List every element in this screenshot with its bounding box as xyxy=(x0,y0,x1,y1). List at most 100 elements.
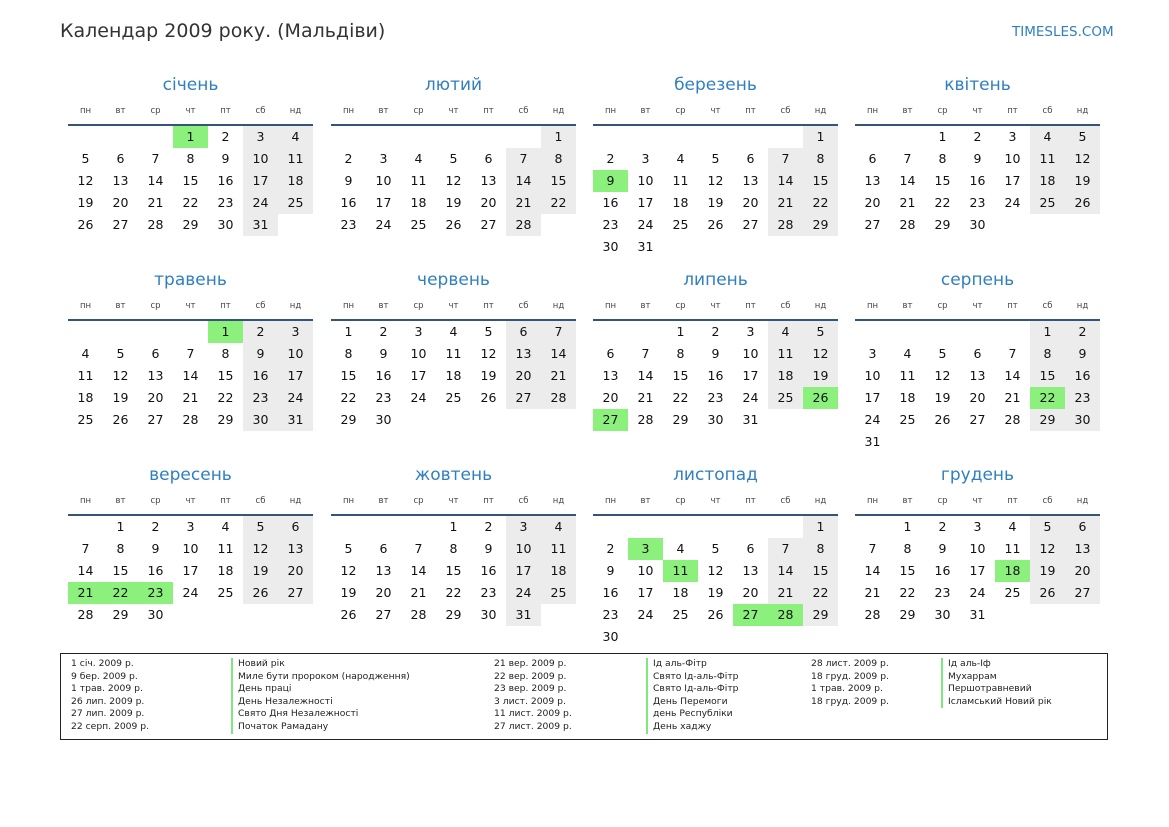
day-cell[interactable]: 21 xyxy=(890,192,925,214)
day-cell[interactable]: 16 xyxy=(243,365,278,387)
day-cell[interactable]: 19 xyxy=(698,192,733,214)
day-cell[interactable]: 6 xyxy=(103,148,138,170)
day-cell[interactable]: 4 xyxy=(995,516,1030,538)
day-cell[interactable]: 30 xyxy=(593,236,628,258)
day-cell[interactable]: 3 xyxy=(401,321,436,343)
day-cell[interactable]: 9 xyxy=(471,538,506,560)
day-cell[interactable]: 20 xyxy=(593,387,628,409)
day-cell[interactable]: 18 xyxy=(68,387,103,409)
day-cell[interactable]: 27 xyxy=(138,409,173,431)
day-cell[interactable]: 25 xyxy=(68,409,103,431)
day-cell[interactable]: 24 xyxy=(855,409,890,431)
day-cell[interactable]: 20 xyxy=(1065,560,1100,582)
day-cell[interactable]: 26 xyxy=(1030,582,1065,604)
day-cell[interactable]: 17 xyxy=(401,365,436,387)
day-cell[interactable]: 2 xyxy=(960,126,995,148)
day-cell[interactable]: 8 xyxy=(331,343,366,365)
site-link[interactable]: TIMESLES.COM xyxy=(1012,24,1114,40)
day-cell[interactable]: 12 xyxy=(68,170,103,192)
day-cell[interactable]: 22 xyxy=(103,582,138,604)
day-cell[interactable]: 3 xyxy=(960,516,995,538)
day-cell[interactable]: 3 xyxy=(506,516,541,538)
day-cell[interactable]: 20 xyxy=(733,192,768,214)
day-cell[interactable]: 2 xyxy=(366,321,401,343)
day-cell[interactable]: 19 xyxy=(436,192,471,214)
day-cell[interactable]: 15 xyxy=(208,365,243,387)
day-cell[interactable]: 1 xyxy=(436,516,471,538)
day-cell[interactable]: 26 xyxy=(925,409,960,431)
day-cell[interactable]: 15 xyxy=(803,560,838,582)
day-cell[interactable]: 14 xyxy=(541,343,576,365)
day-cell[interactable]: 25 xyxy=(663,604,698,626)
day-cell[interactable]: 25 xyxy=(663,214,698,236)
day-cell[interactable]: 5 xyxy=(698,538,733,560)
day-cell[interactable]: 4 xyxy=(436,321,471,343)
day-cell[interactable]: 28 xyxy=(768,214,803,236)
day-cell[interactable]: 18 xyxy=(208,560,243,582)
day-cell[interactable]: 16 xyxy=(471,560,506,582)
day-cell[interactable]: 9 xyxy=(925,538,960,560)
day-cell[interactable]: 28 xyxy=(890,214,925,236)
day-cell[interactable]: 22 xyxy=(890,582,925,604)
day-cell[interactable]: 8 xyxy=(208,343,243,365)
day-cell[interactable]: 17 xyxy=(733,365,768,387)
day-cell[interactable]: 27 xyxy=(278,582,313,604)
day-cell[interactable]: 3 xyxy=(995,126,1030,148)
day-cell[interactable]: 23 xyxy=(960,192,995,214)
day-cell[interactable]: 14 xyxy=(506,170,541,192)
day-cell[interactable]: 19 xyxy=(471,365,506,387)
day-cell[interactable]: 20 xyxy=(278,560,313,582)
day-cell[interactable]: 7 xyxy=(855,538,890,560)
day-cell[interactable]: 20 xyxy=(103,192,138,214)
day-cell[interactable]: 19 xyxy=(803,365,838,387)
day-cell[interactable]: 19 xyxy=(1030,560,1065,582)
day-cell[interactable]: 12 xyxy=(331,560,366,582)
day-cell[interactable]: 9 xyxy=(138,538,173,560)
day-cell[interactable]: 28 xyxy=(138,214,173,236)
day-cell[interactable]: 20 xyxy=(471,192,506,214)
day-cell[interactable]: 13 xyxy=(278,538,313,560)
day-cell[interactable]: 26 xyxy=(243,582,278,604)
day-cell[interactable]: 22 xyxy=(173,192,208,214)
day-cell[interactable]: 5 xyxy=(925,343,960,365)
day-cell[interactable]: 30 xyxy=(925,604,960,626)
day-cell[interactable]: 18 xyxy=(768,365,803,387)
day-cell[interactable]: 24 xyxy=(243,192,278,214)
day-cell[interactable]: 1 xyxy=(208,321,243,343)
day-cell[interactable]: 29 xyxy=(103,604,138,626)
day-cell[interactable]: 16 xyxy=(1065,365,1100,387)
day-cell[interactable]: 23 xyxy=(1065,387,1100,409)
day-cell[interactable]: 29 xyxy=(925,214,960,236)
day-cell[interactable]: 11 xyxy=(541,538,576,560)
day-cell[interactable]: 2 xyxy=(1065,321,1100,343)
day-cell[interactable]: 31 xyxy=(855,431,890,453)
day-cell[interactable]: 26 xyxy=(331,604,366,626)
day-cell[interactable]: 8 xyxy=(173,148,208,170)
day-cell[interactable]: 3 xyxy=(628,148,663,170)
day-cell[interactable]: 2 xyxy=(593,538,628,560)
day-cell[interactable]: 5 xyxy=(1065,126,1100,148)
day-cell[interactable]: 26 xyxy=(803,387,838,409)
day-cell[interactable]: 5 xyxy=(803,321,838,343)
day-cell[interactable]: 1 xyxy=(331,321,366,343)
day-cell[interactable]: 15 xyxy=(925,170,960,192)
day-cell[interactable]: 21 xyxy=(138,192,173,214)
day-cell[interactable]: 29 xyxy=(803,604,838,626)
day-cell[interactable]: 24 xyxy=(628,214,663,236)
day-cell[interactable]: 18 xyxy=(278,170,313,192)
day-cell[interactable]: 23 xyxy=(593,604,628,626)
day-cell[interactable]: 12 xyxy=(698,560,733,582)
day-cell[interactable]: 10 xyxy=(366,170,401,192)
day-cell[interactable]: 12 xyxy=(698,170,733,192)
day-cell[interactable]: 30 xyxy=(366,409,401,431)
day-cell[interactable]: 15 xyxy=(436,560,471,582)
day-cell[interactable]: 2 xyxy=(471,516,506,538)
day-cell[interactable]: 23 xyxy=(471,582,506,604)
day-cell[interactable]: 13 xyxy=(471,170,506,192)
day-cell[interactable]: 15 xyxy=(103,560,138,582)
day-cell[interactable]: 10 xyxy=(278,343,313,365)
day-cell[interactable]: 17 xyxy=(243,170,278,192)
day-cell[interactable]: 15 xyxy=(663,365,698,387)
day-cell[interactable]: 19 xyxy=(243,560,278,582)
day-cell[interactable]: 3 xyxy=(278,321,313,343)
